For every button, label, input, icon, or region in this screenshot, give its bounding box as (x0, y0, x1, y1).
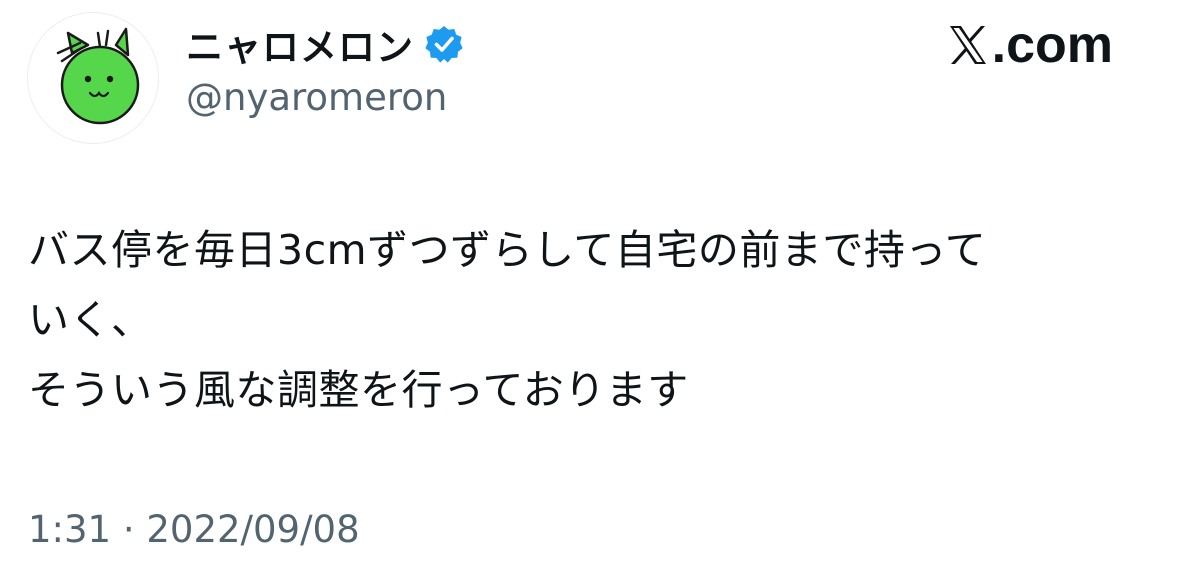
tweet-text: バス停を毎日3cmずつずらして自宅の前まで持って いく、 そういう風な調整を行っ… (28, 216, 1153, 426)
author-name-row[interactable]: ニャロメロン (186, 16, 464, 72)
tweet-text-line: バス停を毎日3cmずつずらして自宅の前まで持って (28, 226, 987, 274)
author-handle[interactable]: @nyaromeron (186, 76, 447, 119)
x-logo-icon (949, 26, 986, 64)
tweet-text-line: そういう風な調整を行っております (28, 366, 689, 414)
tweet-card: ニャロメロン @nyaromeron .com バス停を毎日3cmずつずらして自… (0, 0, 1179, 579)
brand-label: .com (991, 16, 1113, 74)
verified-badge-icon (425, 26, 463, 63)
author-display-name[interactable]: ニャロメロン (186, 17, 414, 71)
brand-logo: .com (948, 12, 1113, 78)
avatar[interactable] (27, 12, 159, 144)
tweet-timestamp[interactable]: 1:31 · 2022/09/08 (28, 508, 360, 551)
tweet-text-line: いく、 (28, 296, 153, 344)
green-cat-face-icon (56, 27, 140, 125)
